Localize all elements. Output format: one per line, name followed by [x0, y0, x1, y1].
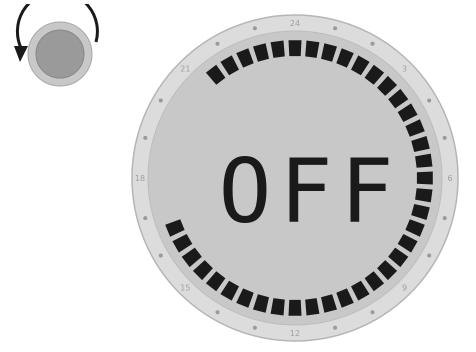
segment-lit[interactable]	[288, 40, 302, 57]
hour-label: 15	[180, 284, 190, 293]
tick-dot	[370, 41, 375, 46]
tick-dot	[143, 135, 148, 140]
tick-dot	[158, 253, 163, 258]
tick-dot	[427, 98, 432, 103]
hour-label: 18	[135, 174, 145, 183]
tick-dot	[252, 325, 257, 330]
tick-dot	[442, 216, 447, 221]
hour-label: 21	[180, 64, 190, 73]
hour-label: 12	[290, 329, 300, 338]
hour-label: 9	[402, 284, 407, 293]
hour-label: 3	[402, 64, 407, 73]
rotary-knob[interactable]	[8, 0, 112, 104]
hour-label: 6	[447, 174, 452, 183]
tick-dot	[158, 98, 163, 103]
tick-dot	[427, 253, 432, 258]
timer-control-panel: 24 3 6 9 12 15 18 21 OFF	[0, 0, 476, 352]
timer-dial-display[interactable]: 24 3 6 9 12 15 18 21 OFF	[130, 8, 460, 348]
segment-lit[interactable]	[416, 171, 433, 185]
hour-label: 24	[290, 19, 300, 28]
tick-dot	[333, 26, 338, 31]
rotary-knob-graphic[interactable]	[8, 0, 112, 104]
tick-dot	[252, 26, 257, 31]
tick-dot	[333, 325, 338, 330]
timer-dial[interactable]: 24 3 6 9 12 15 18 21 OFF	[130, 8, 460, 348]
tick-dot	[215, 310, 220, 315]
status-readout: OFF	[219, 140, 402, 243]
tick-dot	[215, 41, 220, 46]
segment-lit[interactable]	[288, 299, 302, 316]
knob-face[interactable]	[35, 29, 85, 79]
tick-dot	[370, 310, 375, 315]
tick-dot	[143, 216, 148, 221]
tick-dot	[442, 135, 447, 140]
arrow-head	[14, 46, 28, 62]
